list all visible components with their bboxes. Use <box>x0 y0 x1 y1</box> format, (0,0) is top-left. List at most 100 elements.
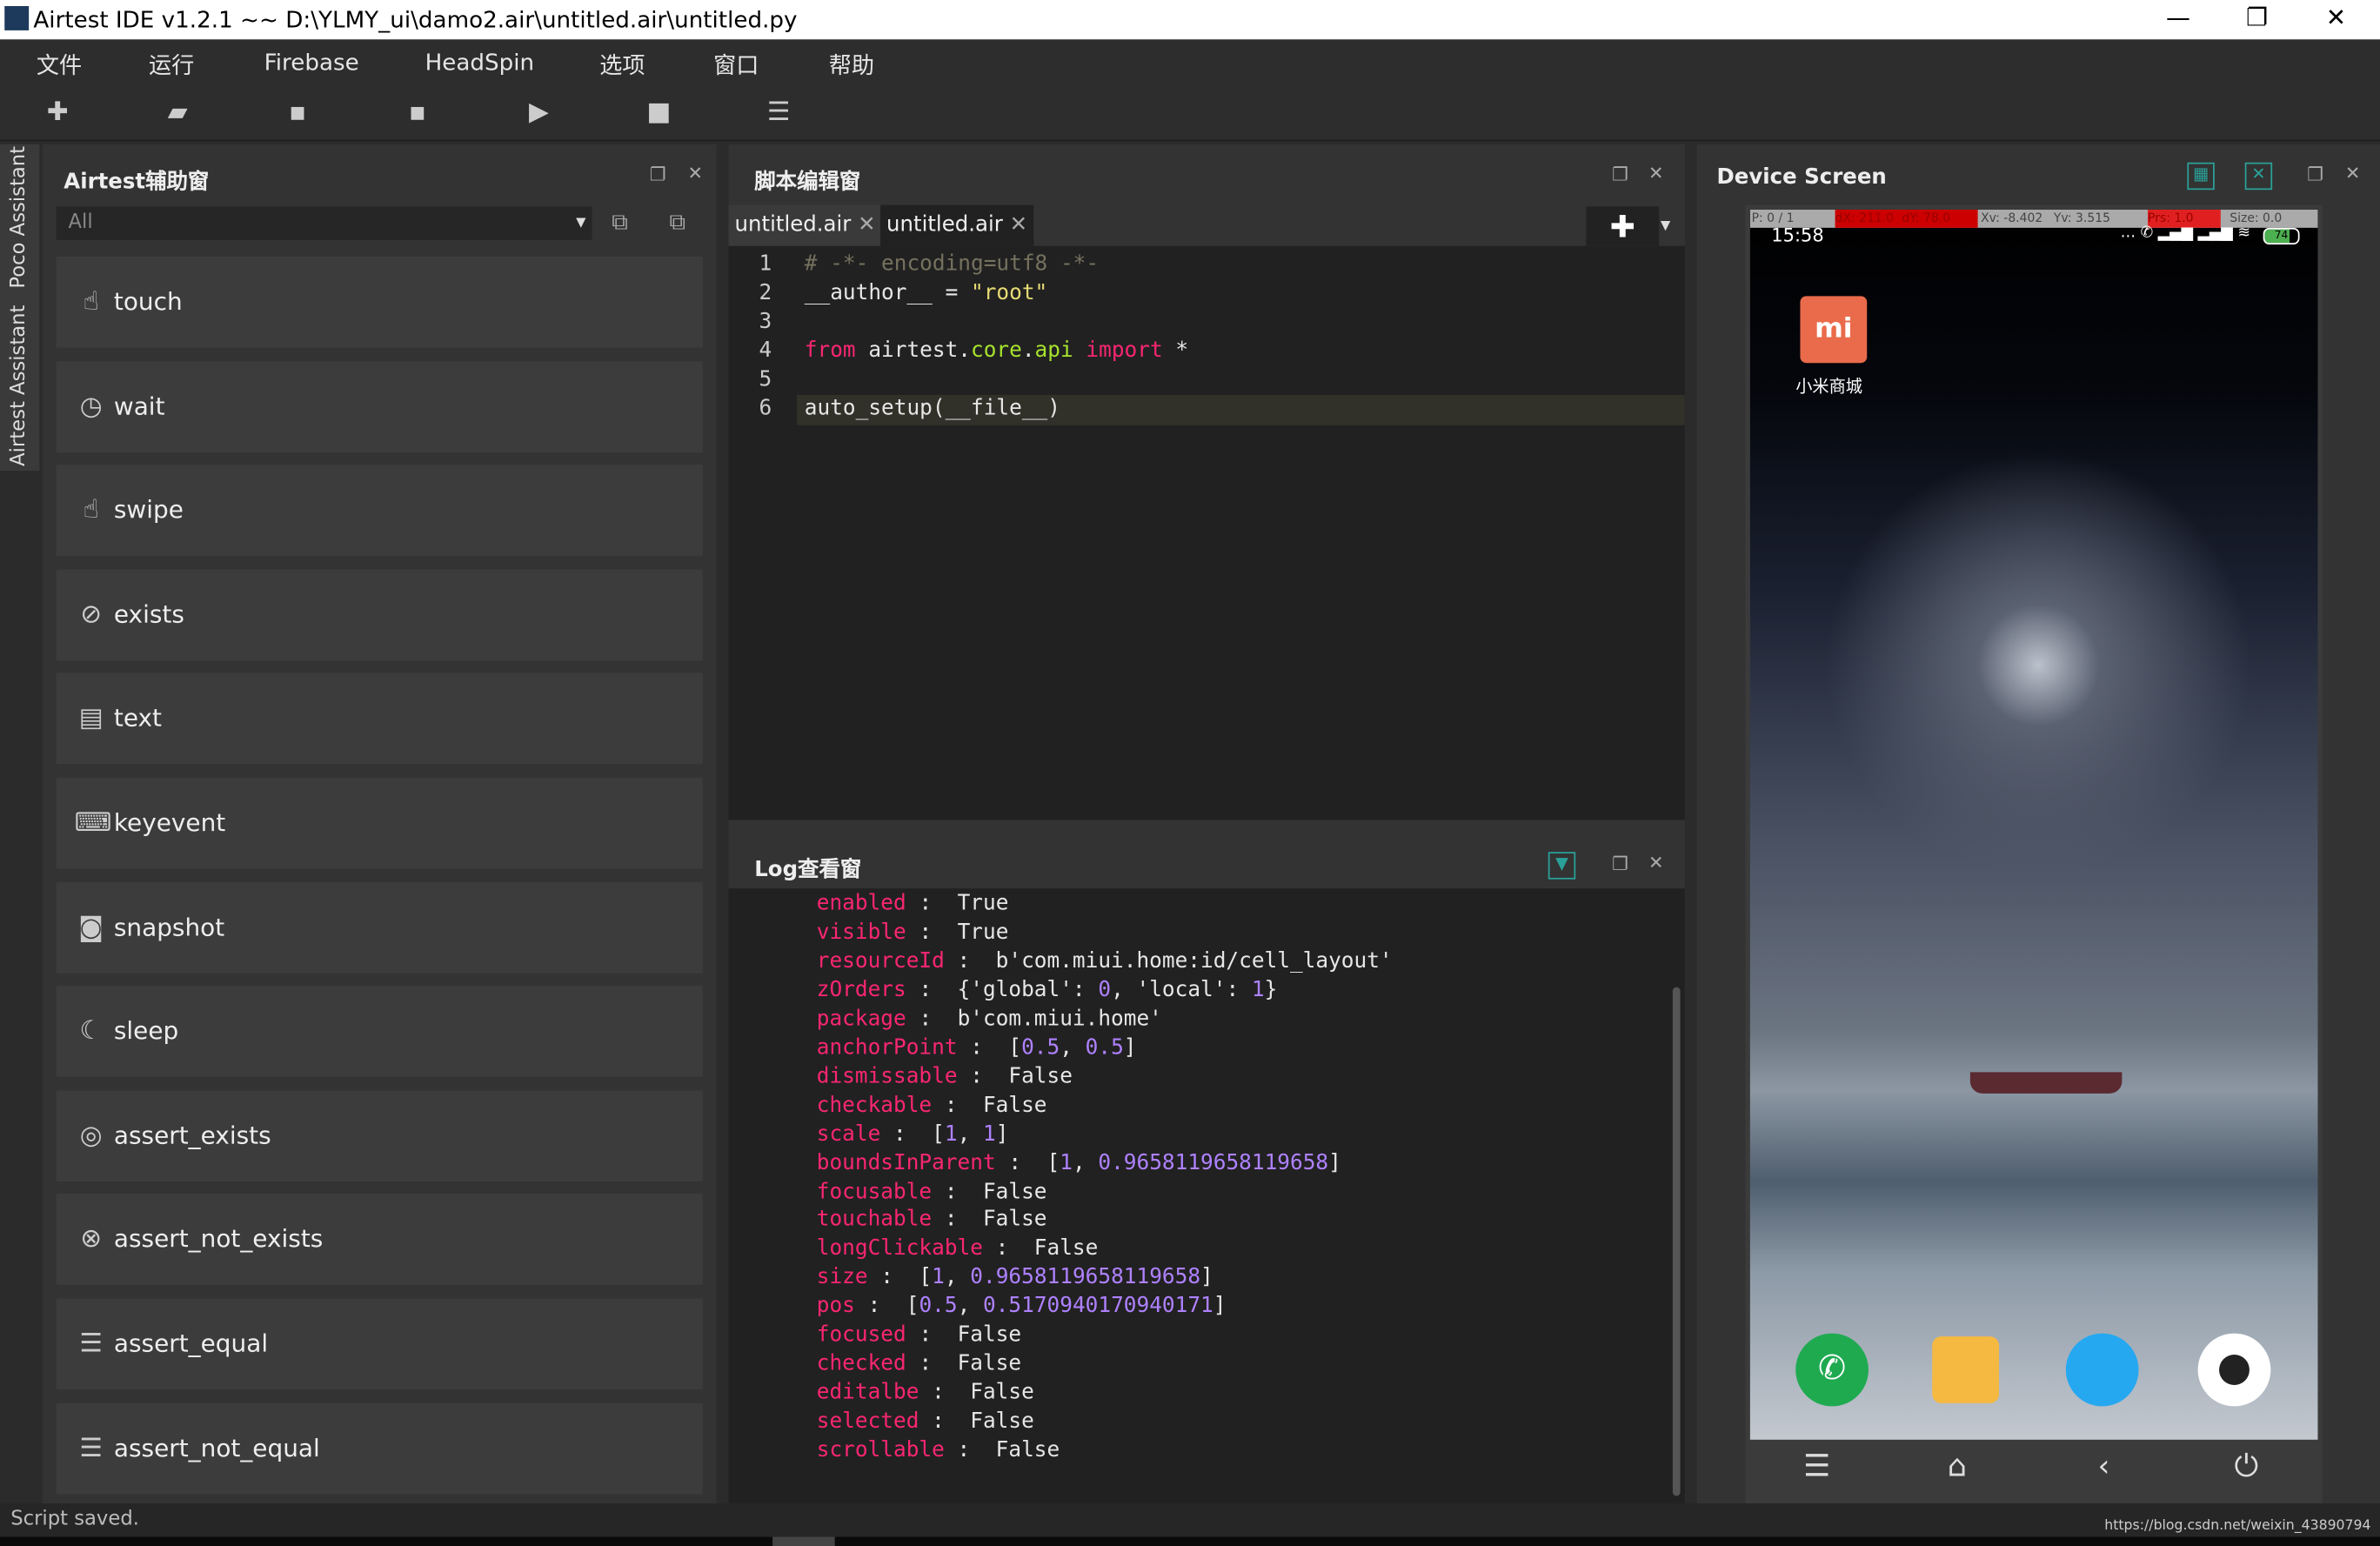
menu-icon[interactable]: ☰ <box>1803 1448 1830 1484</box>
tab-dropdown-button[interactable]: ▾ <box>1661 206 1685 245</box>
api-item-keyevent[interactable]: ⌨ keyevent <box>56 777 703 869</box>
save-as-icon[interactable]: ▪ <box>401 97 434 128</box>
log-value: False <box>995 1438 1060 1463</box>
log-line: package : b'com.miui.home' <box>816 1006 1162 1031</box>
log-value: True <box>957 920 1009 945</box>
api-item-assert-not-exists[interactable]: ⊗ assert_not_exists <box>56 1194 703 1286</box>
log-key: size <box>816 1265 868 1290</box>
api-item-touch[interactable]: ☝ touch <box>56 257 703 348</box>
tab-poco-assistant[interactable]: Poco Assistant <box>8 146 30 289</box>
status-message: Script saved. <box>10 1508 139 1531</box>
close-button[interactable]: ✕ <box>2298 0 2374 39</box>
panel-title: Device Screen <box>1716 165 1887 191</box>
log-value: ] <box>995 1121 1009 1147</box>
api-item-assert-exists[interactable]: ◎ assert_exists <box>56 1089 703 1181</box>
api-item-sleep[interactable]: ☾ sleep <box>56 986 703 1077</box>
log-value: b'com.miui.home' <box>957 1006 1162 1031</box>
tab-airtest-assistant[interactable]: Airtest Assistant <box>8 305 30 466</box>
maximize-button[interactable]: ❐ <box>2219 0 2295 39</box>
api-item-text[interactable]: ▤ text <box>56 673 703 765</box>
log-line: checked : False <box>816 1351 1022 1376</box>
home-icon[interactable]: ⌂ <box>1948 1448 1967 1484</box>
log-float-icon[interactable]: ❐ <box>1612 853 1628 874</box>
filter-select[interactable]: All ▾ <box>56 206 592 240</box>
api-item-assert-equal[interactable]: ☰ assert_equal <box>56 1298 703 1390</box>
device-screen[interactable]: P: 0 / 1 dX: 211.0 dY: 78.0 Xv: -8.402 Y… <box>1749 209 2318 1440</box>
tab-close-icon[interactable]: ✕ <box>1010 212 1027 237</box>
record-icon[interactable]: ⧉ <box>612 208 628 235</box>
log-viewer[interactable]: enabled : True visible : True resourceId :… <box>728 888 1685 1504</box>
float-icon[interactable]: ❐ <box>650 164 666 185</box>
close-icon[interactable]: ✕ <box>687 163 703 184</box>
inspector-icon[interactable]: ▦ <box>2187 162 2215 191</box>
log-value: [ <box>919 1265 933 1290</box>
float-icon[interactable]: ❐ <box>2307 164 2323 185</box>
log-key: visible <box>816 920 906 945</box>
menu-window[interactable]: 窗口 <box>713 49 759 81</box>
back-icon[interactable]: ‹ <box>2097 1448 2109 1484</box>
float-icon[interactable]: ❐ <box>1612 164 1628 185</box>
open-folder-icon[interactable]: ▰ <box>161 97 194 128</box>
log-close-icon[interactable]: ✕ <box>1648 852 1664 873</box>
log-line: anchorPoint : [0.5, 0.5] <box>816 1035 1137 1060</box>
menu-firebase[interactable]: Firebase <box>264 49 359 76</box>
api-item-label: sleep <box>113 1016 179 1046</box>
log-value: [ <box>1008 1035 1022 1060</box>
log-value: False <box>982 1093 1047 1118</box>
log-key: zOrders <box>816 977 906 1002</box>
filter-icon[interactable]: ▼ <box>1548 852 1576 880</box>
tab-label: untitled.air <box>734 212 852 238</box>
screenshot-icon[interactable]: ⧉ <box>670 208 686 235</box>
log-key: editalbe <box>816 1380 919 1405</box>
log-icon[interactable]: ☰ <box>762 97 795 128</box>
device-view[interactable]: P: 0 / 1 dX: 211.0 dY: 78.0 Xv: -8.402 Y… <box>1745 204 2323 1504</box>
code-token: * <box>1162 338 1189 364</box>
add-tab-button[interactable]: ✚ <box>1586 206 1660 246</box>
api-item-exists[interactable]: ⊘ exists <box>56 569 703 660</box>
log-scrollbar[interactable] <box>1672 987 1681 1496</box>
tab-untitled-2[interactable]: untitled.air ✕ <box>880 204 1034 246</box>
code-token: api <box>1034 338 1073 364</box>
tab-untitled-1[interactable]: untitled.air ✕ <box>728 204 882 246</box>
mi-store-app-icon[interactable]: mi <box>1800 296 1868 364</box>
browser-app-icon[interactable] <box>2065 1333 2139 1407</box>
log-key: focusable <box>816 1179 933 1204</box>
ship-image <box>1969 1072 2123 1094</box>
log-line: resourceId : b'com.miui.home:id/cell_lay… <box>816 948 1393 974</box>
tab-close-icon[interactable]: ✕ <box>858 212 875 237</box>
power-icon[interactable]: ⏻ <box>2234 1448 2258 1484</box>
menu-options[interactable]: 选项 <box>599 49 645 81</box>
close-icon[interactable]: ✕ <box>2345 163 2361 184</box>
log-number: 1 <box>983 1121 996 1147</box>
menu-file[interactable]: 文件 <box>37 49 82 81</box>
code-editor[interactable]: 1 # -*- encoding=utf8 -*- 2 __author__ = "r… <box>728 245 1685 820</box>
api-item-assert-not-equal[interactable]: ☰ assert_not_equal <box>56 1402 703 1494</box>
close-icon[interactable]: ✕ <box>1648 163 1664 184</box>
app-logo-icon <box>4 5 30 30</box>
menu-run[interactable]: 运行 <box>149 49 194 81</box>
menu-headspin[interactable]: HeadSpin <box>425 49 535 76</box>
log-line: focusable : False <box>816 1179 1047 1204</box>
api-item-swipe[interactable]: ☝ swipe <box>56 465 703 557</box>
log-number: 0.5 <box>1021 1035 1060 1060</box>
log-value: b'com.miui.home:id/cell_layout' <box>995 948 1393 974</box>
log-value: [ <box>1046 1150 1060 1175</box>
api-item-wait[interactable]: ◷ wait <box>56 360 703 452</box>
run-icon[interactable]: ▶ <box>522 97 555 128</box>
minimize-button[interactable]: — <box>2140 0 2216 39</box>
tab-label: untitled.air <box>886 212 1003 238</box>
phone-app-icon[interactable]: ✆ <box>1795 1333 1869 1407</box>
save-icon[interactable]: ▪ <box>281 97 314 128</box>
api-item-snapshot[interactable]: ◙ snapshot <box>56 881 703 974</box>
side-tabs: Airtest Assistant Poco Assistant <box>0 144 40 472</box>
log-key: longClickable <box>816 1236 983 1262</box>
menu-help[interactable]: 帮助 <box>829 49 874 81</box>
log-line: boundsInParent : [1, 0.9658119658119658] <box>816 1150 1341 1175</box>
stop-icon[interactable]: ■ <box>642 97 675 128</box>
code-line: # -*- encoding=utf8 -*- <box>805 252 1099 277</box>
tools-icon[interactable]: ✕ <box>2244 162 2273 191</box>
camera-app-icon[interactable] <box>2197 1333 2271 1407</box>
moon-icon: ☾ <box>79 1016 103 1047</box>
notes-app-icon[interactable] <box>1932 1336 2000 1403</box>
new-icon[interactable]: ✚ <box>41 97 74 128</box>
